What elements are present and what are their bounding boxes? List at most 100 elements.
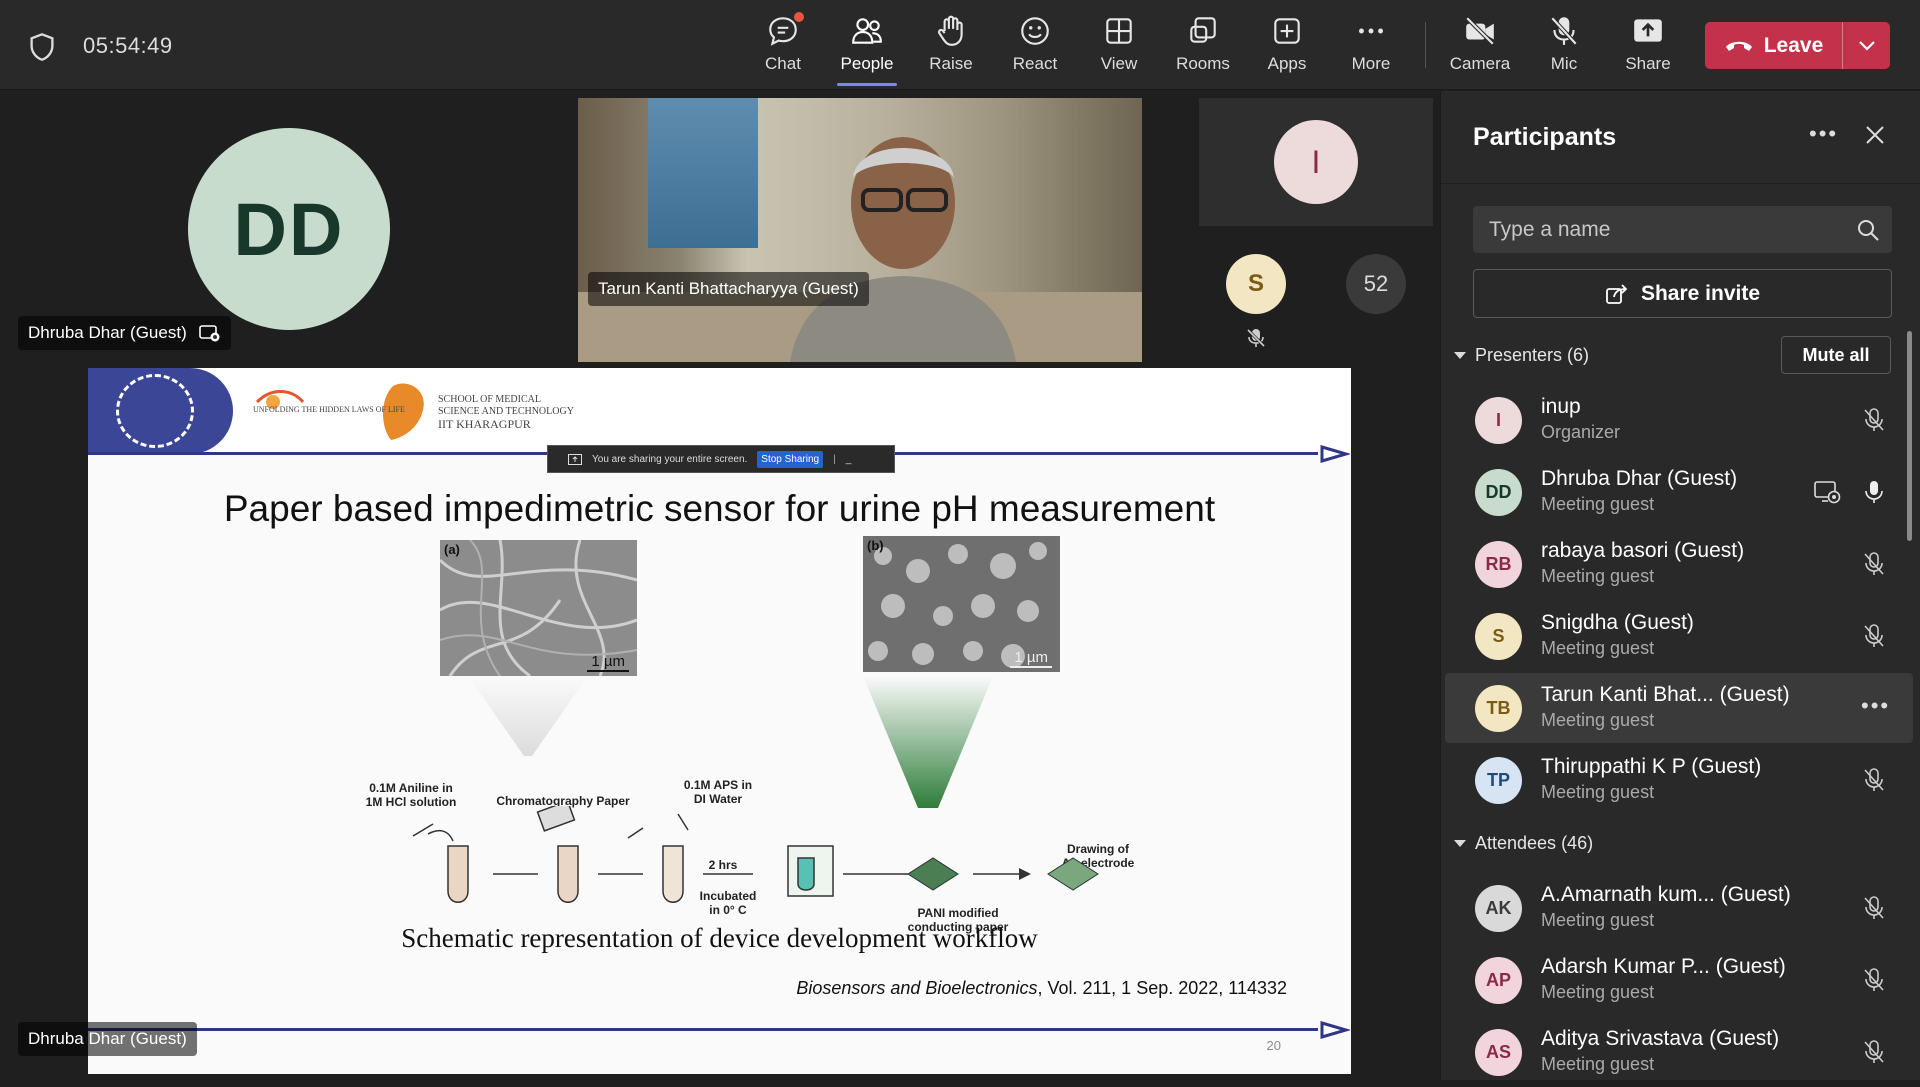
stop-sharing-button[interactable]: Stop Sharing bbox=[757, 450, 824, 468]
shield-icon[interactable] bbox=[28, 32, 56, 62]
mute-all-button[interactable]: Mute all bbox=[1781, 336, 1891, 374]
presenting-icon bbox=[198, 325, 220, 342]
leave-label: Leave bbox=[1763, 33, 1824, 57]
shared-screen[interactable]: UNFOLDING THE HIDDEN LAWS OF LIFE SCHOOL… bbox=[88, 368, 1351, 1074]
iit-logo bbox=[88, 368, 233, 454]
participant-role: Meeting guest bbox=[1541, 910, 1655, 930]
search-icon[interactable] bbox=[1856, 218, 1880, 242]
people-button[interactable]: People bbox=[832, 14, 902, 86]
citation-journal: Biosensors and Bioelectronics bbox=[796, 978, 1038, 998]
raise-label: Raise bbox=[929, 54, 973, 73]
add-app-icon bbox=[1274, 18, 1300, 44]
video-name-tag: Tarun Kanti Bhattacharyya (Guest) bbox=[588, 272, 869, 306]
video-background-window bbox=[648, 98, 758, 248]
mic-off-icon[interactable] bbox=[1861, 551, 1887, 577]
mic-off-icon[interactable] bbox=[1861, 967, 1887, 993]
participant-name: A.Amarnath kum... (Guest) bbox=[1541, 883, 1791, 906]
attendees-section-header[interactable]: Attendees (46) bbox=[1453, 833, 1593, 854]
share-invite-button[interactable]: Share invite bbox=[1473, 269, 1892, 318]
mic-button[interactable]: Mic bbox=[1529, 14, 1599, 82]
camera-off-icon bbox=[1465, 16, 1495, 46]
participant-tile-i[interactable]: I bbox=[1199, 98, 1433, 226]
share-button[interactable]: Share bbox=[1613, 14, 1683, 82]
participant-name: Snigdha (Guest) bbox=[1541, 611, 1694, 634]
sem-a-scale: 1 µm bbox=[587, 653, 629, 672]
rooms-button[interactable]: Rooms bbox=[1168, 14, 1238, 82]
view-button[interactable]: View bbox=[1084, 14, 1154, 82]
mic-on-icon[interactable] bbox=[1861, 479, 1887, 505]
participant-row[interactable]: Iinup Organizer bbox=[1445, 385, 1913, 455]
participant-role: Meeting guest bbox=[1541, 710, 1655, 730]
presenting-icon bbox=[1813, 479, 1841, 505]
chat-button[interactable]: Chat bbox=[748, 12, 818, 82]
sem-b-label: (b) bbox=[867, 538, 884, 553]
participant-row[interactable]: AK A.Amarnath kum... (Guest) Meeting guest bbox=[1445, 873, 1913, 943]
sem-image-a: (a) 1 µm bbox=[440, 540, 637, 676]
panel-divider bbox=[1441, 183, 1920, 184]
participant-name: Tarun Kanti Bhat... (Guest) bbox=[1541, 683, 1790, 706]
panel-more-options[interactable]: ••• bbox=[1809, 121, 1838, 147]
participants-panel: Participants ••• Share invite Presenters… bbox=[1440, 91, 1920, 1080]
people-label: People bbox=[840, 54, 894, 73]
smst-line-3: IIT KHARAGPUR bbox=[438, 417, 531, 431]
sem-image-b: (b) 1 µm bbox=[863, 536, 1060, 672]
participant-avatar-s[interactable]: S bbox=[1226, 254, 1286, 314]
participant-row[interactable]: AP Adarsh Kumar P... (Guest) Meeting guest bbox=[1445, 945, 1913, 1015]
screen-share-presenter: Dhruba Dhar (Guest) bbox=[28, 1029, 187, 1048]
participant-row[interactable]: S Snigdha (Guest) Meeting guest bbox=[1445, 601, 1913, 671]
camera-button[interactable]: Camera bbox=[1445, 14, 1515, 82]
rooms-label: Rooms bbox=[1176, 54, 1230, 73]
camera-label: Camera bbox=[1449, 54, 1511, 73]
apps-button[interactable]: Apps bbox=[1252, 14, 1322, 82]
mic-off-icon[interactable] bbox=[1861, 407, 1887, 433]
close-icon[interactable] bbox=[1863, 123, 1887, 147]
mic-off-icon[interactable] bbox=[1861, 1039, 1887, 1065]
participant-name: Thiruppathi K P (Guest) bbox=[1541, 755, 1762, 778]
participant-more-options[interactable]: ••• bbox=[1861, 693, 1890, 719]
presenters-section-header[interactable]: Presenters (6) bbox=[1453, 345, 1589, 366]
apps-label: Apps bbox=[1267, 54, 1307, 73]
participant-row[interactable]: RB rabaya basori (Guest) Meeting guest bbox=[1445, 529, 1913, 599]
react-button[interactable]: React bbox=[1000, 14, 1070, 82]
raise-hand-button[interactable]: Raise bbox=[916, 14, 986, 82]
smiley-icon bbox=[1021, 17, 1049, 45]
participant-role: Meeting guest bbox=[1541, 566, 1655, 586]
leave-options-button[interactable] bbox=[1843, 40, 1890, 52]
share-invite-label: Share invite bbox=[1640, 281, 1761, 305]
participant-role: Meeting guest bbox=[1541, 782, 1655, 802]
mic-off-icon[interactable] bbox=[1861, 623, 1887, 649]
participant-row[interactable]: DD Dhruba Dhar (Guest) Meeting guest bbox=[1445, 457, 1913, 527]
video-person-figure bbox=[790, 137, 1016, 362]
video-participant-name: Tarun Kanti Bhattacharyya (Guest) bbox=[598, 279, 859, 298]
avatar: S bbox=[1475, 613, 1522, 660]
grid-view-icon bbox=[1106, 18, 1132, 44]
participant-row[interactable]: TP Thiruppathi K P (Guest) Meeting guest bbox=[1445, 745, 1913, 815]
slide-caption: Schematic representation of device devel… bbox=[401, 923, 1038, 953]
participant-name: Adarsh Kumar P... (Guest) bbox=[1541, 955, 1786, 978]
more-button[interactable]: More bbox=[1336, 14, 1406, 82]
citation-details: , Vol. 211, 1 Sep. 2022, 114332 bbox=[1037, 978, 1287, 998]
slide-page-number: 20 bbox=[1266, 1038, 1281, 1053]
smst-tagline: UNFOLDING THE HIDDEN LAWS OF LIFE bbox=[253, 405, 405, 414]
participant-avatar-dd[interactable]: DD bbox=[188, 128, 390, 330]
participant-name: rabaya basori (Guest) bbox=[1541, 539, 1745, 562]
search-input[interactable] bbox=[1473, 206, 1853, 253]
notification-dot bbox=[794, 12, 804, 22]
mic-off-icon[interactable] bbox=[1861, 895, 1887, 921]
attendees-label: Attendees (46) bbox=[1475, 833, 1594, 853]
share-banner-minimize[interactable]: _ bbox=[846, 454, 852, 465]
leave-button[interactable]: Leave bbox=[1705, 22, 1842, 69]
chevron-down-icon bbox=[1454, 351, 1466, 359]
avatar: TB bbox=[1475, 685, 1522, 732]
react-label: React bbox=[1012, 54, 1058, 73]
rooms-icon bbox=[1190, 17, 1216, 43]
mic-off-icon[interactable] bbox=[1861, 767, 1887, 793]
more-participants-count[interactable]: 52 bbox=[1346, 254, 1406, 314]
share-icon bbox=[1606, 283, 1628, 304]
panel-scrollbar[interactable] bbox=[1907, 331, 1912, 541]
participant-video[interactable]: Tarun Kanti Bhattacharyya (Guest) bbox=[578, 98, 1142, 362]
share-screen-icon bbox=[1634, 19, 1662, 42]
participant-role: Organizer bbox=[1541, 422, 1621, 442]
participant-row[interactable]: AS Aditya Srivastava (Guest) Meeting guest bbox=[1445, 1017, 1913, 1087]
participant-row[interactable]: TB Tarun Kanti Bhat... (Guest) Meeting gue… bbox=[1445, 673, 1913, 743]
